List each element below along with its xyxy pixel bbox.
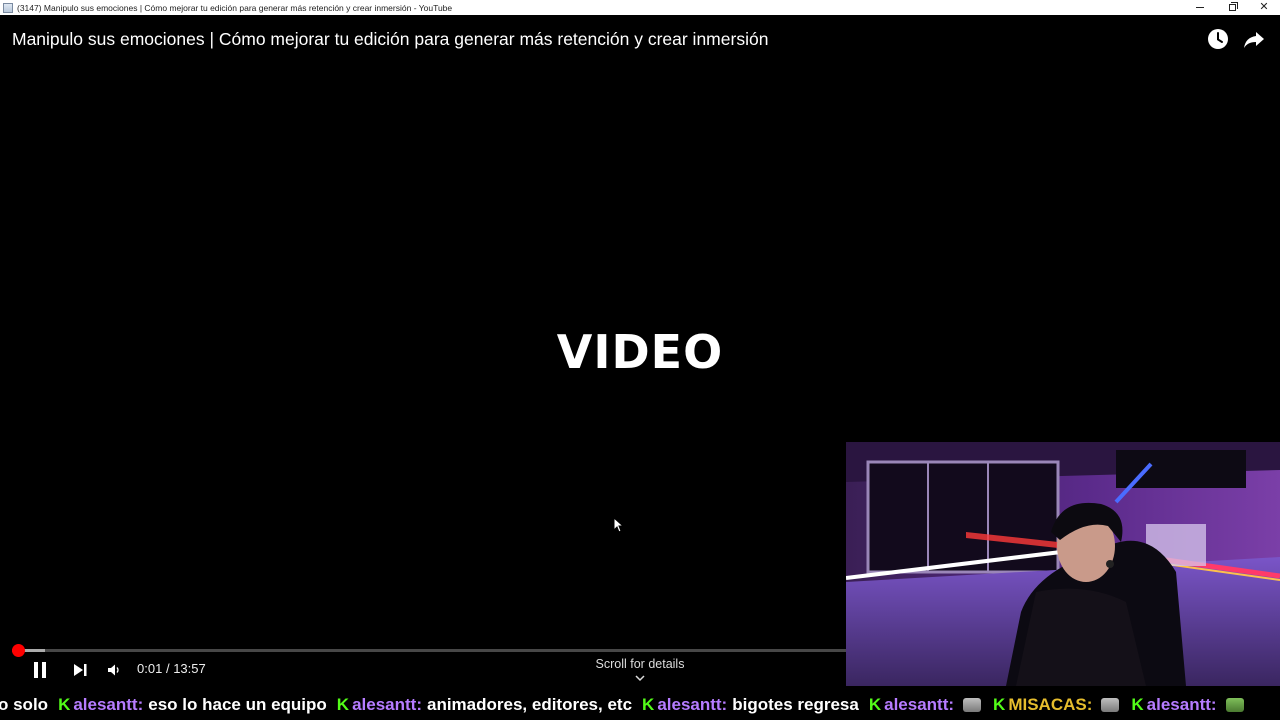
webcam-overlay bbox=[846, 442, 1280, 686]
share-button[interactable] bbox=[1242, 27, 1266, 51]
chat-message-text: eso lo hace un equipo bbox=[148, 695, 327, 714]
mute-button[interactable] bbox=[104, 660, 124, 680]
kick-badge-icon: K bbox=[993, 695, 1006, 714]
minimize-button[interactable] bbox=[1184, 0, 1216, 15]
chat-username: MISACAS: bbox=[1008, 695, 1093, 714]
window-titlebar: (3147) Manipulo sus emociones | Cómo mej… bbox=[0, 0, 1280, 15]
chat-username: alesantt: bbox=[657, 695, 728, 714]
chat-message-text: animadores, editores, etc bbox=[427, 695, 633, 714]
time-display: 0:01 / 13:57 bbox=[137, 661, 206, 676]
mouse-cursor-icon bbox=[613, 517, 623, 533]
chat-ticker: o solo Kalesantt: eso lo hace un equipo Ka… bbox=[0, 690, 1280, 720]
kick-badge-icon: K bbox=[642, 695, 655, 714]
window-title: (3147) Manipulo sus emociones | Cómo mej… bbox=[17, 2, 453, 13]
close-button[interactable]: ✕ bbox=[1248, 0, 1280, 15]
cat-emote bbox=[963, 698, 982, 712]
scroll-for-details[interactable]: Scroll for details bbox=[590, 657, 690, 671]
kick-badge-icon: K bbox=[336, 695, 350, 714]
restore-icon bbox=[1228, 2, 1238, 11]
cat-emote bbox=[1101, 698, 1120, 712]
next-button[interactable] bbox=[70, 660, 90, 680]
skip-next-icon bbox=[74, 664, 87, 676]
share-icon bbox=[1244, 32, 1264, 48]
clock-icon bbox=[1208, 29, 1228, 49]
maximize-button[interactable] bbox=[1216, 0, 1248, 15]
close-icon: ✕ bbox=[1259, 1, 1269, 13]
webcam-scene bbox=[846, 442, 1280, 686]
minimize-icon bbox=[1196, 7, 1204, 8]
time-separator: / bbox=[165, 661, 170, 676]
kick-badge-icon: K bbox=[58, 695, 71, 714]
video-center-text: VIDEO bbox=[556, 325, 724, 379]
watch-later-button[interactable] bbox=[1206, 27, 1230, 51]
chat-username: alesantt: bbox=[352, 695, 422, 714]
frog-emote bbox=[1225, 698, 1244, 712]
ticker-row: o solo Kalesantt: eso lo hace un equipo Ka… bbox=[0, 695, 1248, 715]
time-total: 13:57 bbox=[173, 661, 206, 676]
chat-username: alesantt: bbox=[884, 695, 955, 714]
app-icon bbox=[3, 2, 13, 13]
volume-icon bbox=[108, 664, 119, 676]
pause-icon bbox=[34, 662, 46, 678]
progress-scrubber[interactable] bbox=[12, 644, 25, 657]
pause-button[interactable] bbox=[30, 660, 50, 680]
kick-badge-icon: K bbox=[868, 695, 882, 714]
chevron-down-icon[interactable] bbox=[634, 674, 646, 682]
video-title[interactable]: Manipulo sus emociones | Cómo mejorar tu… bbox=[12, 29, 768, 50]
chat-message-text: bigotes regresa bbox=[732, 695, 859, 714]
chat-username: alesantt: bbox=[1146, 695, 1217, 714]
chat-username: alesantt: bbox=[73, 695, 144, 714]
ticker-leading-text: o solo bbox=[0, 695, 49, 714]
kick-badge-icon: K bbox=[1131, 695, 1144, 714]
time-current: 0:01 bbox=[137, 661, 163, 676]
progress-bar[interactable] bbox=[12, 644, 846, 657]
